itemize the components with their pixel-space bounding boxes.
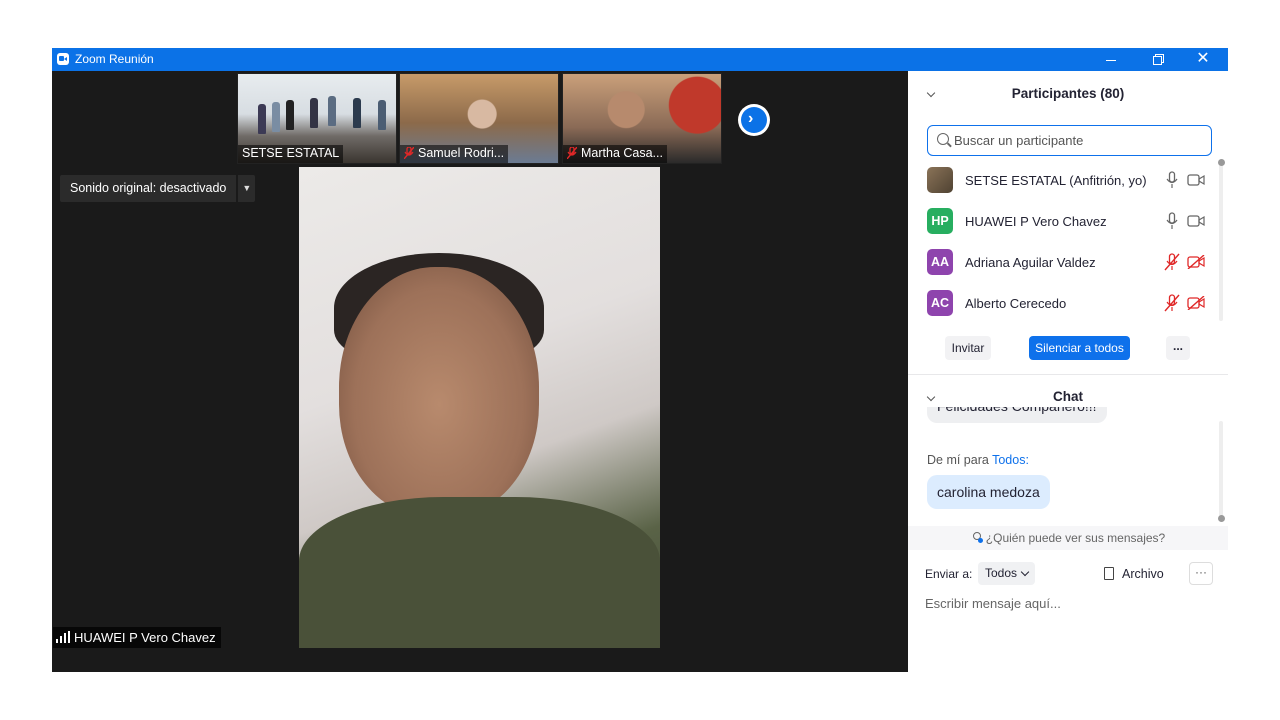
participant-list-scrollbar[interactable] [1218, 159, 1225, 321]
restore-button[interactable] [1134, 48, 1180, 71]
close-icon: ✕ [1196, 50, 1210, 67]
chevron-down-icon[interactable]: ▼ [238, 175, 256, 202]
scrollbar-track[interactable] [1219, 161, 1223, 321]
chat-title: Chat [1053, 389, 1083, 404]
microphone-icon[interactable] [1164, 212, 1180, 230]
close-button[interactable]: ✕ [1180, 48, 1226, 71]
video-feed [299, 497, 660, 648]
sender-label: De mí para [927, 453, 989, 467]
avatar [927, 167, 953, 193]
video-thumbnail[interactable]: SETSE ESTATAL [237, 73, 397, 164]
participant-name: Alberto Cerecedo [965, 296, 1067, 311]
mic-muted-icon [404, 147, 414, 159]
recipient-link[interactable]: Todos: [992, 453, 1029, 467]
video-thumbnail[interactable]: Samuel Rodri... [399, 73, 559, 164]
scrollbar-track[interactable] [1219, 421, 1223, 521]
participant-search[interactable] [927, 125, 1212, 156]
mute-all-button[interactable]: Silenciar a todos [1029, 336, 1130, 360]
microphone-icon[interactable] [1164, 171, 1180, 189]
active-speaker-video[interactable] [299, 167, 660, 648]
minimize-button[interactable] [1088, 48, 1134, 71]
side-panel: Participantes (80) SETSE ESTATAL (Anfitr… [908, 71, 1228, 672]
chat-message-input[interactable] [925, 593, 1215, 613]
thumbnail-name: Samuel Rodri... [418, 146, 505, 160]
mic-muted-icon [567, 147, 577, 159]
participant-row[interactable]: HP HUAWEI P Vero Chavez [908, 202, 1218, 240]
participant-name: Adriana Aguilar Valdez [965, 255, 1096, 270]
thumbnail-name-bar: Samuel Rodri... [400, 145, 509, 163]
file-label: Archivo [1122, 567, 1164, 581]
invite-button[interactable]: Invitar [945, 336, 991, 360]
active-speaker-label: HUAWEI P Vero Chavez [53, 627, 221, 648]
file-button[interactable]: Archivo [1104, 563, 1164, 585]
chevron-right-icon: › [748, 110, 754, 127]
participants-header: Participantes (80) [908, 71, 1228, 117]
file-icon [1104, 567, 1114, 580]
microphone-muted-icon[interactable] [1164, 253, 1180, 271]
thumbnail-name: Martha Casa... [581, 146, 663, 160]
send-to-label: Enviar a: [925, 567, 973, 581]
signal-strength-icon [56, 631, 70, 643]
camera-off-icon[interactable] [1187, 255, 1205, 269]
zoom-logo-icon [57, 53, 69, 65]
send-to-value: Todos [985, 566, 1018, 580]
zoom-window: Zoom Reunión ✕ SETSE ESTATAL Samuel Rodr… [52, 48, 1228, 672]
participant-name: HUAWEI P Vero Chavez [965, 214, 1107, 229]
participant-row[interactable]: SETSE ESTATAL (Anfitrión, yo) [908, 161, 1218, 199]
participant-name: SETSE ESTATAL (Anfitrión, yo) [965, 173, 1147, 188]
send-to-row: Enviar a: Todos Archivo ··· [908, 561, 1228, 587]
active-speaker-name: HUAWEI P Vero Chavez [74, 630, 216, 645]
participants-title: Participantes (80) [1011, 86, 1125, 101]
thumbnail-name: SETSE ESTATAL [238, 145, 344, 163]
video-area: SETSE ESTATAL Samuel Rodri... Martha Cas… [52, 71, 908, 672]
send-to-dropdown[interactable]: Todos [978, 562, 1036, 585]
camera-icon[interactable] [1187, 173, 1205, 187]
chat-scrollbar[interactable] [1218, 421, 1225, 522]
camera-icon[interactable] [1187, 214, 1205, 228]
original-sound-button[interactable]: Sonido original: desactivado [60, 175, 237, 202]
restore-icon [1152, 55, 1162, 65]
chat-message: Felicidades Compañero!!! [927, 407, 1107, 423]
participant-actions: Invitar Silenciar a todos ... [908, 336, 1228, 360]
chat-more-button[interactable]: ··· [1189, 562, 1213, 585]
scrollbar-thumb[interactable] [1218, 515, 1225, 522]
window-title: Zoom Reunión [75, 52, 154, 66]
more-options-button[interactable]: ... [1166, 336, 1190, 360]
search-icon [937, 133, 949, 145]
chat-messages: Felicidades Compañero!!! De mí para Todo… [908, 407, 1228, 525]
thumbnail-name-bar: Martha Casa... [563, 145, 667, 163]
next-page-button[interactable]: › [738, 104, 770, 136]
participant-row[interactable]: AC Alberto Cerecedo [908, 284, 1218, 322]
video-feed [339, 267, 539, 517]
microphone-muted-icon[interactable] [1164, 294, 1180, 312]
chevron-down-icon [1020, 567, 1030, 577]
minimize-icon [1106, 59, 1116, 61]
avatar: HP [927, 208, 953, 234]
avatar: AC [927, 290, 953, 316]
video-thumbnail[interactable]: Martha Casa... [562, 73, 722, 164]
participant-row[interactable]: AA Adriana Aguilar Valdez [908, 243, 1218, 281]
title-bar: Zoom Reunión ✕ [52, 48, 1228, 71]
avatar: AA [927, 249, 953, 275]
who-can-see-text: ¿Quién puede ver sus mensajes? [985, 531, 1166, 545]
scrollbar-thumb[interactable] [1218, 159, 1225, 166]
original-sound-control[interactable]: Sonido original: desactivado ▼ [60, 175, 256, 202]
search-input[interactable] [954, 131, 1204, 149]
user-visibility-icon [971, 532, 983, 544]
who-can-see-messages-link[interactable]: ¿Quién puede ver sus mensajes? [908, 526, 1228, 550]
message-sender: De mí para Todos: [927, 453, 1029, 467]
camera-off-icon[interactable] [1187, 296, 1205, 310]
chat-message: carolina medoza [927, 475, 1050, 509]
